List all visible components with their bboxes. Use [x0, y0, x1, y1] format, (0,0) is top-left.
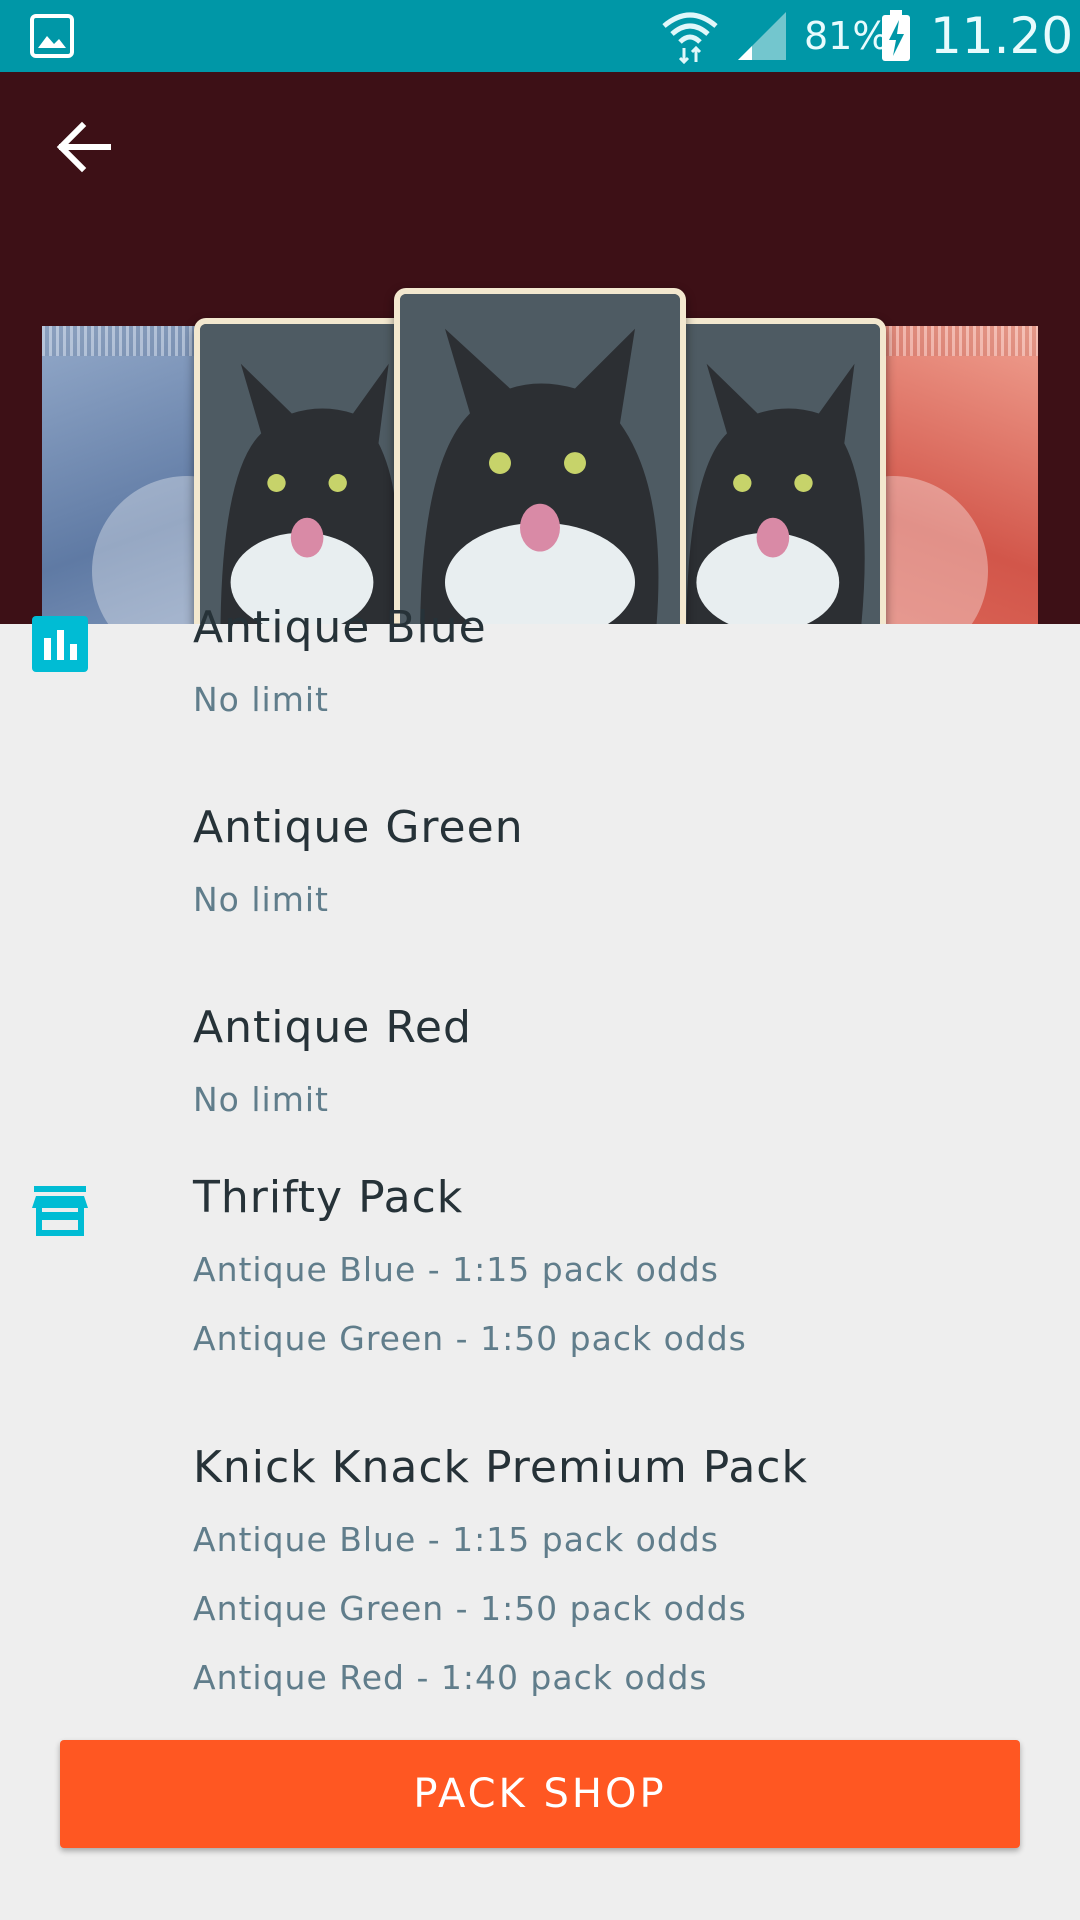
cat-card-center [394, 288, 686, 624]
clock: 11.20 [930, 7, 1074, 65]
store-icon [32, 1186, 88, 1236]
signal-icon [738, 12, 786, 60]
wifi-icon [662, 12, 718, 64]
pack-shop-button[interactable]: PACK SHOP [60, 1740, 1020, 1848]
pack-title: Knick Knack Premium Pack [193, 1442, 808, 1493]
pack-odds: Antique Blue - 1:15 pack odds [193, 1250, 719, 1289]
rarity-limit: No limit [193, 880, 329, 919]
pack-odds-list[interactable]: Antique Blue No limit Antique Green No l… [0, 602, 1080, 1920]
bar-chart-icon [32, 616, 88, 672]
cat-image [200, 324, 404, 624]
pack-odds: Antique Red - 1:40 pack odds [193, 1658, 708, 1697]
rarity-title: Antique Red [193, 1002, 472, 1053]
rarity-limit: No limit [193, 680, 329, 719]
battery-charging-icon [882, 10, 910, 61]
pack-title: Thrifty Pack [193, 1172, 464, 1223]
pack-odds: Antique Green - 1:50 pack odds [193, 1589, 747, 1628]
pack-odds: Antique Green - 1:50 pack odds [193, 1319, 747, 1358]
cat-card-right [670, 318, 886, 624]
cat-image [400, 294, 680, 624]
rarity-title: Antique Blue [193, 602, 487, 653]
arrow-back-icon[interactable] [50, 112, 120, 182]
gallery-icon [30, 14, 74, 58]
pack-odds: Antique Blue - 1:15 pack odds [193, 1520, 719, 1559]
rarity-limit: No limit [193, 1080, 329, 1119]
cat-card-left [194, 318, 410, 624]
rarity-title: Antique Green [193, 802, 524, 853]
status-bar: 81% 11.20 [0, 0, 1080, 72]
header-banner [0, 72, 1080, 624]
battery-percent: 81% [804, 14, 889, 58]
cat-image [676, 324, 880, 624]
